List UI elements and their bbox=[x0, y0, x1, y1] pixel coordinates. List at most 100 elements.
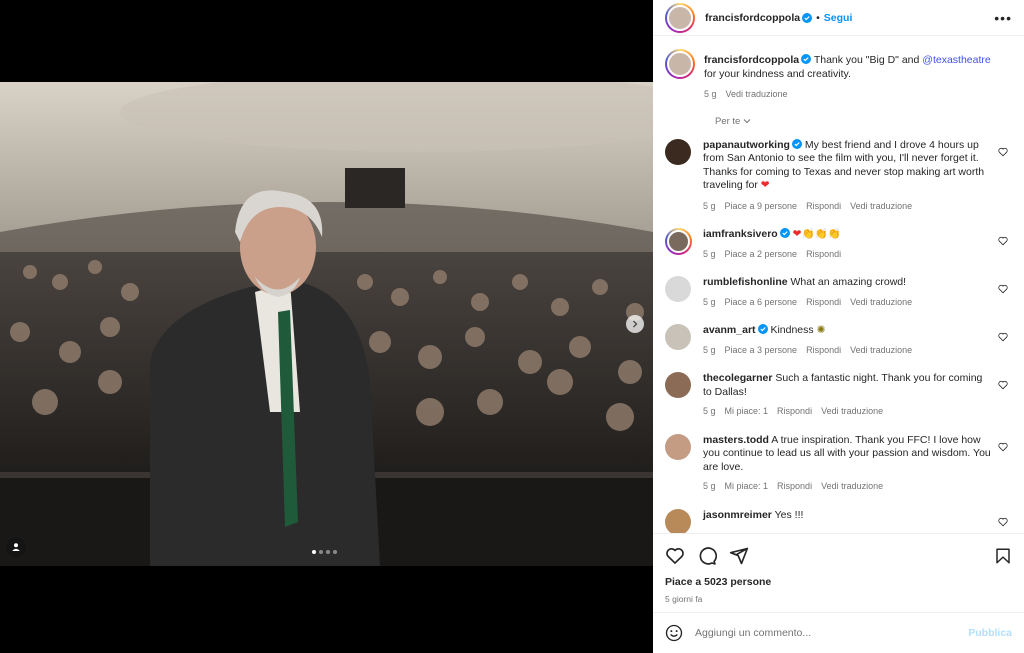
comment-input[interactable] bbox=[695, 627, 969, 639]
commenter-avatar[interactable] bbox=[665, 324, 691, 350]
chevron-down-icon bbox=[743, 118, 751, 123]
comment-likes[interactable]: Mi piace: 1 bbox=[725, 480, 769, 494]
author-username[interactable]: francisfordcoppola bbox=[705, 12, 800, 24]
commenter-avatar[interactable] bbox=[665, 372, 691, 398]
sun-emoji: ✺ bbox=[816, 324, 826, 336]
mention-link[interactable]: @texastheatre bbox=[922, 54, 990, 66]
post-header: francisfordcoppola • Segui ••• bbox=[653, 0, 1024, 36]
heart-icon[interactable] bbox=[998, 284, 1008, 294]
comment-time: 5 g bbox=[703, 406, 716, 416]
carousel-dot bbox=[333, 550, 337, 554]
heart-icon[interactable] bbox=[998, 380, 1008, 390]
see-translation-link[interactable]: Vedi traduzione bbox=[850, 296, 912, 310]
comment-item: rumblefishonline What an amazing crowd! … bbox=[665, 276, 1012, 309]
chevron-right-icon bbox=[633, 320, 638, 328]
avatar-image bbox=[667, 51, 693, 77]
reply-button[interactable]: Rispondi bbox=[806, 248, 841, 262]
comment-item: jasonmreimer Yes !!! bbox=[665, 508, 1012, 533]
heart-emoji: ❤ bbox=[760, 179, 770, 191]
reply-button[interactable]: Rispondi bbox=[777, 405, 812, 419]
comment-text: Yes !!! bbox=[771, 508, 804, 521]
follow-button[interactable]: Segui bbox=[824, 12, 853, 24]
publish-button[interactable]: Pubblica bbox=[968, 627, 1012, 639]
share-icon[interactable] bbox=[729, 546, 749, 566]
sort-selector[interactable]: Per te bbox=[715, 116, 1012, 127]
carousel-indicator bbox=[312, 550, 337, 554]
reply-button[interactable]: Rispondi bbox=[806, 200, 841, 214]
commenter-avatar[interactable] bbox=[665, 228, 692, 255]
see-translation-link[interactable]: Vedi traduzione bbox=[726, 88, 788, 102]
comment-text: What an amazing crowd! bbox=[787, 276, 907, 288]
likes-count[interactable]: Piace a 5023 persone bbox=[665, 576, 1012, 588]
caption-username[interactable]: francisfordcoppola bbox=[704, 54, 799, 66]
comment-likes[interactable]: Piace a 9 persone bbox=[725, 200, 798, 214]
comment-time: 5 g bbox=[703, 200, 716, 211]
emoji-reaction: ❤👏👏👏 bbox=[792, 228, 841, 240]
reply-button[interactable]: Rispondi bbox=[806, 296, 841, 310]
author-avatar[interactable] bbox=[665, 2, 695, 33]
commenter-avatar[interactable] bbox=[665, 276, 691, 302]
heart-icon[interactable] bbox=[998, 442, 1008, 452]
sort-label: Per te bbox=[715, 115, 741, 127]
separator-dot: • bbox=[816, 11, 820, 24]
emoji-icon[interactable] bbox=[665, 624, 683, 642]
comment-text: Kindness bbox=[767, 324, 817, 336]
verified-badge-icon bbox=[779, 228, 790, 238]
see-translation-link[interactable]: Vedi traduzione bbox=[821, 480, 883, 494]
more-options-icon[interactable]: ••• bbox=[994, 10, 1012, 26]
comment-username[interactable]: rumblefishonline bbox=[703, 276, 788, 288]
heart-icon[interactable] bbox=[998, 517, 1008, 527]
bookmark-icon[interactable] bbox=[994, 547, 1012, 565]
user-tag-icon bbox=[12, 543, 20, 551]
verified-badge-icon bbox=[801, 54, 812, 64]
comment-item: avanm_art Kindness ✺ 5 g Piace a 3 perso… bbox=[665, 324, 1012, 357]
see-translation-link[interactable]: Vedi traduzione bbox=[821, 405, 883, 419]
caption-text: Thank you "Big D" and bbox=[811, 54, 923, 66]
comment-username[interactable]: iamfranksivero bbox=[703, 228, 778, 240]
comment-likes[interactable]: Piace a 2 persone bbox=[725, 248, 798, 262]
comment-icon[interactable] bbox=[697, 546, 717, 566]
comment-item: iamfranksivero ❤👏👏👏 5 g Piace a 2 person… bbox=[665, 228, 1012, 261]
comment-username[interactable]: papanautworking bbox=[703, 139, 790, 151]
comment-item: papanautworking My best friend and I dro… bbox=[665, 138, 1012, 214]
carousel-dot bbox=[319, 550, 323, 554]
user-tag-button[interactable] bbox=[6, 537, 26, 557]
caption-text-end: for your kindness and creativity. bbox=[704, 67, 851, 80]
post-actions: Piace a 5023 persone 5 giorni fa bbox=[653, 533, 1024, 604]
carousel-dot bbox=[312, 550, 316, 554]
comment-username[interactable]: thecolegarner bbox=[703, 372, 772, 384]
comment-time: 5 g bbox=[703, 481, 716, 491]
comment-likes[interactable]: Piace a 6 persone bbox=[725, 296, 798, 310]
avatar-image bbox=[667, 4, 693, 31]
see-translation-link[interactable]: Vedi traduzione bbox=[850, 200, 912, 214]
caption-avatar[interactable] bbox=[665, 49, 695, 79]
avatar-image bbox=[667, 230, 690, 253]
reply-button[interactable]: Rispondi bbox=[806, 344, 841, 358]
commenter-avatar[interactable] bbox=[665, 433, 691, 460]
verified-badge-icon bbox=[802, 12, 813, 23]
comment-likes[interactable]: Piace a 3 persone bbox=[725, 344, 798, 358]
heart-icon[interactable] bbox=[998, 236, 1008, 246]
post-caption: francisfordcoppola Thank you "Big D" and… bbox=[665, 49, 1012, 102]
carousel-dot bbox=[326, 550, 330, 554]
comment-time: 5 g bbox=[703, 344, 716, 355]
heart-icon[interactable] bbox=[998, 332, 1008, 342]
commenter-avatar[interactable] bbox=[665, 508, 691, 533]
heart-icon[interactable] bbox=[998, 147, 1008, 157]
add-comment-bar: Pubblica bbox=[653, 612, 1024, 653]
commenter-avatar[interactable] bbox=[665, 138, 691, 165]
comment-likes[interactable]: Mi piace: 1 bbox=[725, 405, 769, 419]
comment-username[interactable]: masters.todd bbox=[703, 434, 769, 446]
see-translation-link[interactable]: Vedi traduzione bbox=[850, 344, 912, 358]
comments-list[interactable]: francisfordcoppola Thank you "Big D" and… bbox=[653, 36, 1024, 533]
post-photo[interactable] bbox=[0, 82, 653, 566]
verified-badge-icon bbox=[757, 324, 768, 334]
reply-button[interactable]: Rispondi bbox=[777, 480, 812, 494]
post-media bbox=[0, 0, 653, 653]
caption-time: 5 g bbox=[704, 89, 717, 99]
comment-username[interactable]: avanm_art bbox=[703, 324, 756, 336]
comment-username[interactable]: jasonmreimer bbox=[703, 509, 772, 521]
next-slide-button[interactable] bbox=[626, 315, 644, 333]
heart-icon[interactable] bbox=[665, 546, 685, 566]
comment-time: 5 g bbox=[703, 248, 716, 259]
